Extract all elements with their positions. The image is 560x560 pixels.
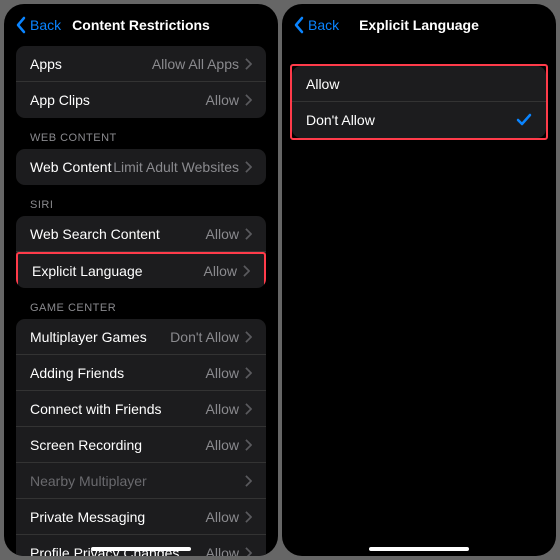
section-header: GAME CENTER	[16, 288, 266, 319]
chevron-right-icon	[243, 265, 250, 277]
settings-row[interactable]: Adding Friends Allow	[16, 355, 266, 391]
row-value: Limit Adult Websites	[113, 159, 239, 175]
settings-group-top: Apps Allow All Apps App Clips Allow	[16, 46, 266, 118]
row-value: Allow	[206, 365, 239, 381]
phone-left: Back Content Restrictions Apps Allow All …	[4, 4, 278, 556]
row-label: Private Messaging	[30, 509, 145, 525]
chevron-right-icon	[245, 228, 252, 240]
row-value: Allow All Apps	[152, 56, 239, 72]
back-label: Back	[308, 17, 339, 33]
chevron-right-icon	[245, 367, 252, 379]
row-label: Adding Friends	[30, 365, 124, 381]
settings-row[interactable]: Web Search Content Allow	[16, 216, 266, 252]
row-label: Web Search Content	[30, 226, 160, 242]
chevron-right-icon	[245, 331, 252, 343]
row-value: Allow	[204, 263, 237, 279]
row-right: Allow	[206, 545, 252, 557]
chevron-right-icon	[245, 94, 252, 106]
row-right: Allow	[206, 226, 252, 242]
options-list: Allow Don't Allow	[282, 44, 556, 556]
settings-group: Web ContentLimit Adult Websites	[16, 149, 266, 185]
row-value: Allow	[206, 545, 239, 557]
row-right: Allow	[206, 365, 252, 381]
settings-row[interactable]: Screen Recording Allow	[16, 427, 266, 463]
chevron-left-icon	[294, 16, 306, 34]
chevron-right-icon	[245, 547, 252, 557]
row-value: Allow	[206, 226, 239, 242]
back-button[interactable]: Back	[16, 16, 61, 34]
row-right: Allow	[204, 263, 250, 279]
home-indicator[interactable]	[369, 547, 469, 551]
row-right	[516, 112, 532, 128]
home-indicator[interactable]	[91, 547, 191, 551]
chevron-right-icon	[245, 475, 252, 487]
row-right: Don't Allow	[170, 329, 252, 345]
nav-header: Back Explicit Language	[282, 4, 556, 44]
row-label: Don't Allow	[306, 112, 375, 128]
row-value: Allow	[206, 437, 239, 453]
row-right: Allow	[206, 437, 252, 453]
settings-row[interactable]: Explicit Language Allow	[16, 252, 266, 288]
chevron-right-icon	[245, 161, 252, 173]
chevron-right-icon	[245, 58, 252, 70]
chevron-right-icon	[245, 403, 252, 415]
settings-row[interactable]: Don't Allow	[292, 102, 546, 138]
back-button[interactable]: Back	[294, 16, 339, 34]
settings-group-options: Allow Don't Allow	[292, 66, 546, 138]
row-label: App Clips	[30, 92, 90, 108]
row-label: Nearby Multiplayer	[30, 473, 147, 489]
settings-group: Web Search ContentAllowExplicit Language…	[16, 216, 266, 288]
row-right: Allow	[206, 401, 252, 417]
row-value: Allow	[206, 509, 239, 525]
row-label: Allow	[306, 76, 339, 92]
row-right	[239, 475, 252, 487]
settings-row[interactable]: Connect with Friends Allow	[16, 391, 266, 427]
phone-right: Back Explicit Language Allow Don't Allow	[282, 4, 556, 556]
row-label: Connect with Friends	[30, 401, 162, 417]
settings-row[interactable]: Multiplayer Games Don't Allow	[16, 319, 266, 355]
row-right: Allow All Apps	[152, 56, 252, 72]
settings-row[interactable]: Apps Allow All Apps	[16, 46, 266, 82]
row-value: Allow	[206, 401, 239, 417]
row-value: Allow	[206, 92, 239, 108]
row-right: Allow	[206, 509, 252, 525]
settings-row[interactable]: Nearby Multiplayer	[16, 463, 266, 499]
chevron-left-icon	[16, 16, 28, 34]
settings-row[interactable]: Private Messaging Allow	[16, 499, 266, 535]
page-title: Explicit Language	[359, 17, 479, 33]
chevron-right-icon	[245, 439, 252, 451]
row-label: Screen Recording	[30, 437, 142, 453]
back-label: Back	[30, 17, 61, 33]
row-label: Multiplayer Games	[30, 329, 147, 345]
settings-row[interactable]: Profile Privacy ChangesAllow	[16, 535, 266, 556]
settings-row[interactable]: Allow	[292, 66, 546, 102]
row-right: Limit Adult Websites	[113, 159, 252, 175]
row-label: Web Content	[30, 159, 111, 175]
settings-list: Apps Allow All Apps App Clips Allow WEB CON…	[4, 44, 278, 556]
section-header: SIRI	[16, 185, 266, 216]
settings-row[interactable]: App Clips Allow	[16, 82, 266, 118]
checkmark-icon	[516, 112, 532, 128]
section-header: WEB CONTENT	[16, 118, 266, 149]
nav-header: Back Content Restrictions	[4, 4, 278, 44]
chevron-right-icon	[245, 511, 252, 523]
row-value: Don't Allow	[170, 329, 239, 345]
row-label: Explicit Language	[32, 263, 143, 279]
settings-group: Multiplayer Games Don't Allow Adding Frien…	[16, 319, 266, 556]
row-label: Apps	[30, 56, 62, 72]
settings-row[interactable]: Web ContentLimit Adult Websites	[16, 149, 266, 185]
row-right: Allow	[206, 92, 252, 108]
page-title: Content Restrictions	[72, 17, 210, 33]
